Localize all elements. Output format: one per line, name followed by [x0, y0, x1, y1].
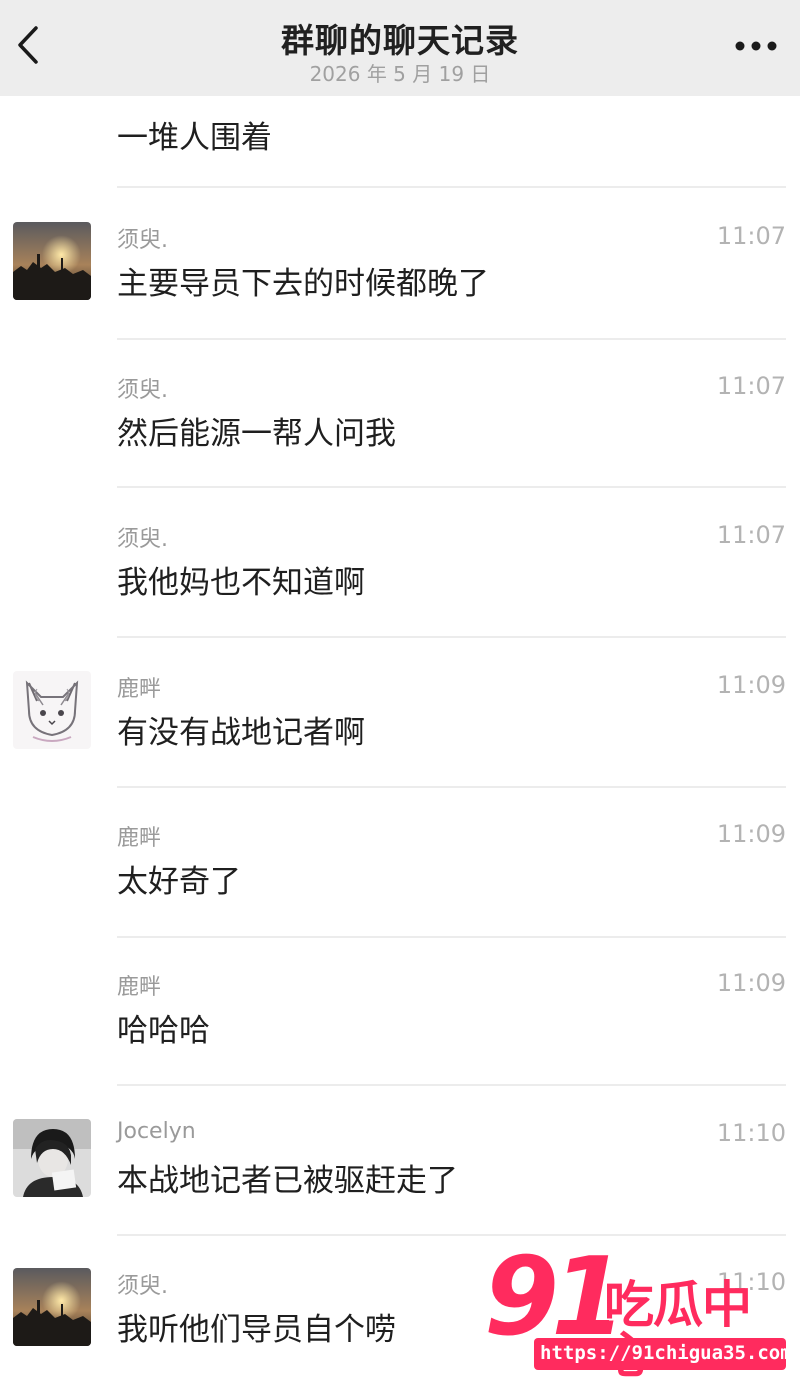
sender-name[interactable]: 鹿畔: [117, 820, 161, 852]
message-text[interactable]: 我他妈也不知道啊: [117, 557, 365, 602]
message-item[interactable]: 须臾. 11:07 主要导员下去的时候都晚了: [0, 222, 800, 352]
message-divider: [117, 186, 786, 188]
more-button[interactable]: [732, 26, 780, 66]
sunset-avatar-image: [13, 1268, 91, 1346]
message-item[interactable]: Jocelyn 11:10 本战地记者已被驱赶走了: [0, 1119, 800, 1249]
message-time: 11:09: [716, 671, 786, 699]
avatar-sunset[interactable]: [13, 1268, 91, 1346]
message-time: 11:07: [716, 372, 786, 400]
avatar-sunset[interactable]: [13, 222, 91, 300]
message-item[interactable]: 鹿畔 11:09 太好奇了: [0, 820, 800, 950]
message-item[interactable]: 须臾. 11:07 然后能源一帮人问我: [0, 372, 800, 502]
message-text[interactable]: 然后能源一帮人问我: [117, 408, 396, 453]
sender-name[interactable]: Jocelyn: [117, 1119, 196, 1144]
message-text[interactable]: 我听他们导员自个唠: [117, 1304, 396, 1349]
message-text[interactable]: 主要导员下去的时候都晚了: [117, 258, 489, 303]
message-item[interactable]: 鹿畔 11:09 哈哈哈: [0, 969, 800, 1099]
message-time: 11:09: [716, 820, 786, 848]
message-time: 11:07: [716, 521, 786, 549]
more-dots-icon: [735, 41, 777, 51]
message-time: 11:09: [716, 969, 786, 997]
message-divider: [117, 936, 786, 938]
page-title: 群聊的聊天记录: [281, 21, 519, 60]
sender-name[interactable]: 须臾.: [117, 1268, 168, 1300]
message-time: 11:10: [716, 1119, 786, 1147]
message-divider: [117, 338, 786, 340]
avatar-cat-sketch[interactable]: [13, 671, 91, 749]
message-text[interactable]: 有没有战地记者啊: [117, 707, 365, 752]
message-divider: [117, 1234, 786, 1236]
message-text[interactable]: 本战地记者已被驱赶走了: [117, 1155, 458, 1200]
message-divider: [117, 636, 786, 638]
message-list[interactable]: 一堆人围着 须臾. 11:07 主要导员下去的时候都晚了 须臾. 11:07 然…: [0, 0, 800, 1373]
cat-sketch-avatar-image: [13, 671, 91, 749]
sender-name[interactable]: 须臾.: [117, 222, 168, 254]
message-text[interactable]: 太好奇了: [117, 856, 241, 901]
sender-name[interactable]: 鹿畔: [117, 671, 161, 703]
watermark-number: 91: [484, 1235, 626, 1360]
message-divider: [117, 486, 786, 488]
message-item[interactable]: 鹿畔 11:09 有没有战地记者啊: [0, 671, 800, 801]
message-divider: [117, 786, 786, 788]
message-text[interactable]: 哈哈哈: [117, 1005, 210, 1050]
page-date: 2026 年 5 月 19 日: [309, 62, 491, 86]
sender-name[interactable]: 须臾.: [117, 372, 168, 404]
watermark-url: https://91chigua35.com: [540, 1342, 792, 1364]
avatar-person-bw[interactable]: [13, 1119, 91, 1197]
watermark-url-badge: https://91chigua35.com: [534, 1338, 792, 1370]
message-divider: [117, 1084, 786, 1086]
sender-name[interactable]: 鹿畔: [117, 969, 161, 1001]
message-text-partial: 一堆人围着: [117, 120, 272, 156]
site-watermark: 91 吃瓜中心 https://91chigua35.com: [484, 1235, 794, 1381]
sunset-avatar-image: [13, 222, 91, 300]
person-avatar-image: [13, 1119, 91, 1197]
message-time: 11:07: [716, 222, 786, 250]
chat-history-header: 群聊的聊天记录 2026 年 5 月 19 日: [0, 0, 800, 96]
sender-name[interactable]: 须臾.: [117, 521, 168, 553]
message-item[interactable]: 须臾. 11:07 我他妈也不知道啊: [0, 521, 800, 651]
